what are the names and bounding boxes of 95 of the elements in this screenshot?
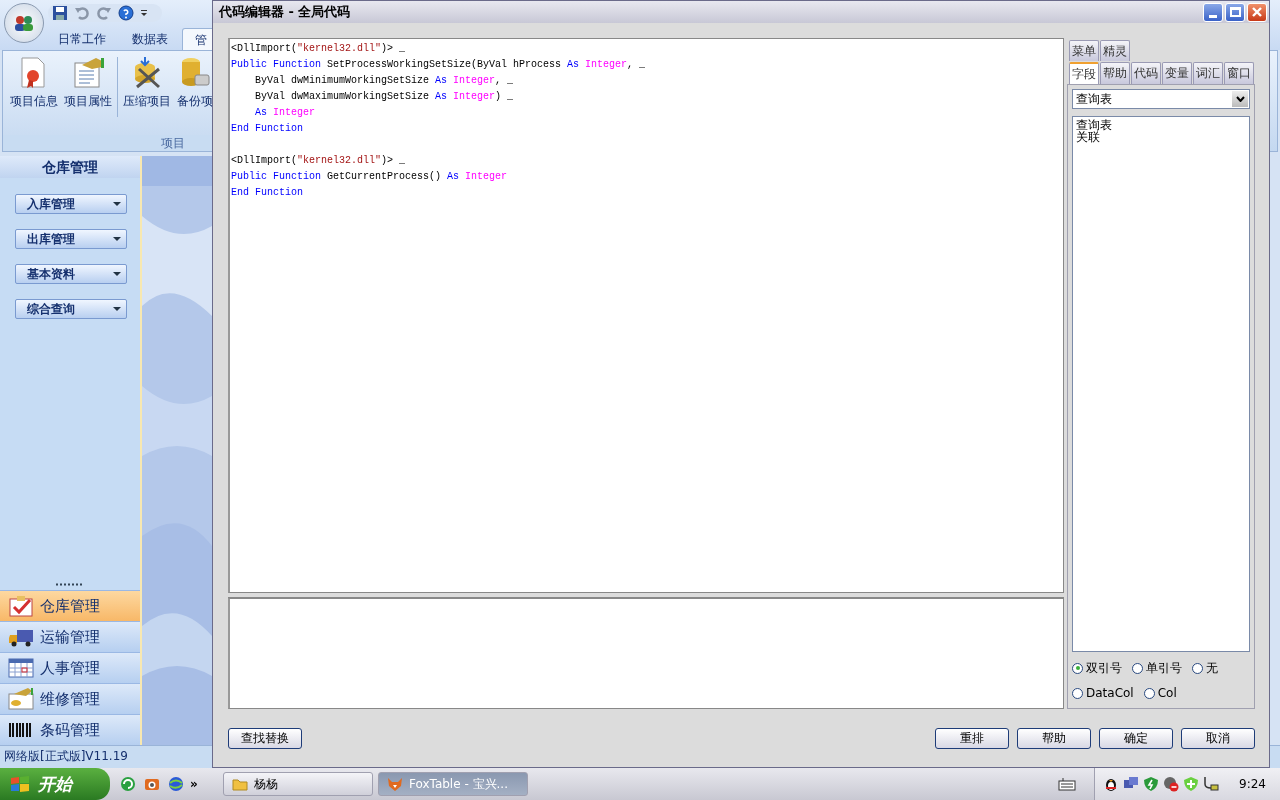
network-plug-icon — [1203, 776, 1220, 792]
caret-icon — [113, 237, 121, 241]
database-icon — [179, 57, 211, 89]
undo-icon — [74, 5, 90, 21]
table-dropdown[interactable]: 查询表 — [1072, 89, 1250, 109]
ribbon-button[interactable]: 压缩项目 — [122, 57, 172, 110]
radio-option[interactable]: Col — [1143, 686, 1177, 701]
start-button[interactable]: 开始 — [0, 768, 110, 800]
code-line: <DllImport("kernel32.dll")> _ — [231, 154, 406, 168]
maximize-icon — [1229, 7, 1241, 17]
dialog-button[interactable]: 取消 — [1181, 727, 1255, 749]
minimize-icon — [1209, 14, 1217, 18]
close-icon — [1252, 7, 1262, 17]
tab[interactable]: 代码 — [1131, 62, 1161, 84]
menu-dropdown-button[interactable]: 入库管理 — [15, 194, 127, 214]
nav-item[interactable]: 仓库管理 — [0, 590, 140, 621]
windows-flag-icon — [10, 775, 30, 793]
menu-dropdown-button[interactable]: 基本资料 — [15, 264, 127, 284]
radio-option[interactable]: 无 — [1192, 659, 1218, 677]
find-replace-button[interactable]: 查找替换 — [228, 727, 302, 749]
code-line: As Integer — [254, 106, 316, 120]
browser-icon — [168, 776, 184, 792]
app-menu-button[interactable] — [4, 3, 44, 43]
nav-item[interactable]: 运输管理 — [0, 621, 140, 652]
radio-option[interactable]: 单引号 — [1132, 659, 1182, 677]
ribbon-button[interactable]: 项目属性 — [63, 57, 113, 110]
radio-option[interactable]: DataCol — [1072, 686, 1134, 701]
taskbar-button[interactable]: 杨杨 — [223, 772, 373, 796]
code-line: Public Function GetCurrentProcess() As Integer — [231, 170, 508, 184]
menu-dropdown-button[interactable]: 出库管理 — [15, 229, 127, 249]
chevron-down-icon — [1235, 96, 1245, 102]
radio-button[interactable] — [1072, 687, 1083, 699]
list-item[interactable]: 关联 — [1076, 131, 1100, 143]
code-line: End Function — [231, 122, 303, 136]
nav-item[interactable]: 人事管理 — [0, 652, 140, 683]
calendar-icon — [8, 657, 34, 679]
window-title: 代码编辑器 - 全局代码 — [219, 3, 351, 21]
globe-icon — [120, 776, 136, 792]
shield-plus-icon — [1183, 776, 1200, 792]
nav-pane-title: 仓库管理 — [0, 156, 140, 178]
ribbon-button[interactable]: 项目信息 — [9, 57, 59, 110]
caret-icon — [113, 307, 121, 311]
splitter-grip-icon — [55, 583, 85, 586]
blocked-icon — [1163, 776, 1180, 792]
code-line: Public Function SetProcessWorkingSetSize(ByVal hProcess As Integer, _ — [231, 58, 646, 72]
ribbon-tab[interactable]: 数据表 — [120, 28, 180, 50]
keyboard-icon — [1058, 777, 1077, 791]
quick-launch-button[interactable] — [166, 774, 186, 794]
tab[interactable]: 变量 — [1162, 62, 1192, 84]
radio-button[interactable] — [1132, 662, 1143, 674]
code-line: ByVal dwMinimumWorkingSetSize As Integer, _ — [254, 74, 514, 88]
redo-icon — [96, 5, 112, 21]
folder-icon — [232, 776, 248, 792]
ribbon-button[interactable]: 备份项 — [176, 57, 214, 110]
list-box[interactable]: 查询表 关联 — [1072, 116, 1250, 653]
radio-button[interactable] — [1072, 662, 1083, 674]
close-button[interactable] — [1247, 2, 1267, 22]
output-pane[interactable] — [228, 598, 1064, 710]
dropdown-icon — [140, 9, 148, 17]
maximize-button[interactable] — [1225, 2, 1245, 22]
save-icon — [52, 5, 68, 21]
caret-icon — [113, 202, 121, 206]
tab[interactable]: 帮助 — [1100, 62, 1130, 84]
document-coins-icon — [8, 688, 34, 710]
quick-launch-button[interactable] — [118, 774, 138, 794]
minimize-button[interactable] — [1203, 2, 1223, 22]
tab[interactable]: 字段 — [1069, 62, 1099, 84]
help-icon — [118, 5, 134, 21]
people-icon — [13, 14, 35, 32]
fox-icon — [387, 776, 403, 792]
document-hand-icon — [72, 57, 104, 89]
nav-item[interactable]: 维修管理 — [0, 683, 140, 714]
radio-button[interactable] — [1192, 662, 1203, 674]
tab[interactable]: 精灵 — [1100, 40, 1130, 61]
menu-dropdown-button[interactable]: 综合查询 — [15, 299, 127, 319]
tab[interactable]: 窗口 — [1224, 62, 1254, 84]
clock: 9:24 — [1239, 777, 1266, 791]
code-line: ByVal dwMaximumWorkingSetSize As Integer) _ — [254, 90, 514, 104]
dialog-button[interactable]: 重排 — [935, 727, 1009, 749]
tab[interactable]: 词汇 — [1193, 62, 1223, 84]
dialog-button[interactable]: 确定 — [1099, 727, 1173, 749]
shield-icon — [1143, 776, 1160, 792]
radio-button[interactable] — [1143, 687, 1155, 699]
ribbon-tab[interactable]: 日常工作 — [46, 28, 118, 50]
dialog-button[interactable]: 帮助 — [1017, 727, 1091, 749]
clipboard-check-icon — [8, 595, 34, 617]
code-line: <DllImport("kernel32.dll")> _ — [231, 42, 406, 56]
list-item[interactable]: 查询表 — [1076, 119, 1112, 131]
radio-option[interactable]: 双引号 — [1072, 659, 1122, 677]
code-line: End Function — [231, 186, 303, 200]
more-button[interactable]: » — [190, 777, 198, 791]
caret-icon — [113, 272, 121, 276]
nav-item[interactable]: 条码管理 — [0, 714, 140, 745]
tab[interactable]: 菜单 — [1069, 40, 1099, 61]
camera-icon — [144, 776, 160, 792]
